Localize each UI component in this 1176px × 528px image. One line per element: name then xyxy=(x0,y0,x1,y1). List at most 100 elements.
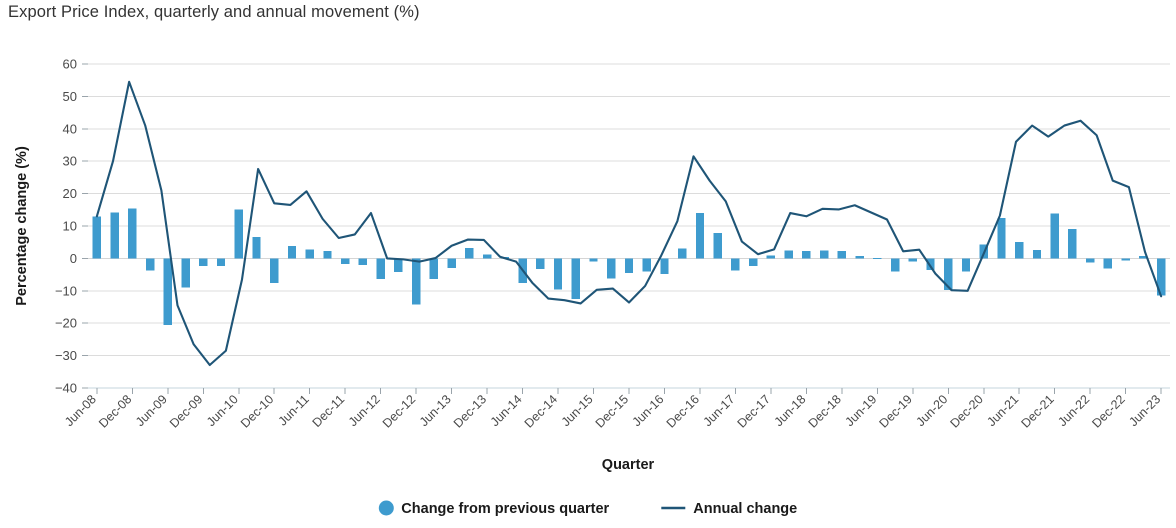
x-tick-label: Jun-21 xyxy=(984,392,1021,429)
bar xyxy=(429,258,439,280)
x-tick-label: Dec-10 xyxy=(238,392,276,430)
y-tick-label: 60 xyxy=(63,57,77,72)
bar xyxy=(873,257,882,259)
x-tick-label: Jun-18 xyxy=(772,392,809,429)
bar xyxy=(1015,241,1024,259)
x-tick-label: Dec-17 xyxy=(735,392,773,430)
bar xyxy=(358,258,368,265)
x-tick-label: Jun-23 xyxy=(1126,392,1163,429)
bar xyxy=(624,258,634,273)
bar xyxy=(748,258,758,266)
bar xyxy=(305,249,314,259)
bar xyxy=(713,233,722,259)
bar xyxy=(837,250,847,259)
bar xyxy=(482,254,492,259)
x-tick-label: Jun-14 xyxy=(488,392,525,429)
bar xyxy=(553,258,563,290)
y-tick-label: 50 xyxy=(63,89,77,104)
bar xyxy=(961,258,971,272)
bar xyxy=(536,258,545,270)
chart-container: Export Price Index, quarterly and annual… xyxy=(0,0,1176,528)
x-tick-label: Dec-15 xyxy=(593,392,631,430)
y-tick-label: 20 xyxy=(63,186,77,201)
bar xyxy=(589,258,598,262)
y-tick-label: −20 xyxy=(55,316,77,331)
bar xyxy=(997,218,1006,259)
bar xyxy=(607,258,616,279)
x-tick-label: Jun-09 xyxy=(133,392,170,429)
bar xyxy=(660,258,669,274)
y-tick-label: 0 xyxy=(70,251,77,266)
x-tick-label: Jun-10 xyxy=(204,392,241,429)
x-tick-label: Jun-13 xyxy=(417,392,454,429)
bar xyxy=(642,258,651,272)
bar xyxy=(199,258,208,266)
bar xyxy=(216,258,226,266)
y-axis-tick-labels: 60 50 40 30 20 10 0 −10 −20 −30 −40 xyxy=(55,57,77,396)
y-tick-label: −10 xyxy=(55,283,77,298)
x-tick-label: Dec-13 xyxy=(451,392,489,430)
x-axis-tick-labels: Jun-08Dec-08Jun-09Dec-09Jun-10Dec-10 Jun-… xyxy=(62,392,1163,430)
bar xyxy=(1085,258,1095,263)
x-tick-label: Dec-08 xyxy=(96,392,134,430)
x-tick-label: Jun-19 xyxy=(843,392,880,429)
x-tick-label: Jun-11 xyxy=(276,392,312,428)
bar xyxy=(1050,213,1059,259)
bar xyxy=(394,258,403,273)
x-tick-label: Jun-20 xyxy=(913,392,950,429)
legend-label-annual-change: Annual change xyxy=(693,501,797,517)
x-axis-tick-marks xyxy=(96,388,1162,394)
x-tick-label: Dec-12 xyxy=(380,392,418,430)
bar xyxy=(465,248,474,259)
x-tick-label: Dec-09 xyxy=(167,392,205,430)
bar xyxy=(855,255,864,259)
bar xyxy=(784,250,793,259)
bar xyxy=(766,255,776,259)
x-tick-label: Dec-21 xyxy=(1018,392,1056,430)
legend-bar-marker-icon xyxy=(378,500,394,516)
x-tick-label: Dec-22 xyxy=(1089,392,1127,430)
y-tick-label: 30 xyxy=(63,154,77,169)
y-tick-label: −30 xyxy=(55,348,77,363)
bar xyxy=(819,250,829,259)
x-tick-label: Dec-18 xyxy=(806,392,844,430)
bar xyxy=(447,258,456,269)
bar xyxy=(252,237,261,259)
bar xyxy=(890,258,900,272)
bar xyxy=(1068,228,1077,259)
bar xyxy=(163,258,173,325)
bar xyxy=(802,250,811,259)
export-price-index-chart: 6050403020100−10−20−30−40 Jun-08Dec-08Ju… xyxy=(14,57,1170,517)
bar xyxy=(340,258,350,265)
bar xyxy=(128,208,137,259)
x-tick-label: Jun-17 xyxy=(701,392,738,429)
bar xyxy=(571,258,580,299)
y-tick-label: 40 xyxy=(63,121,77,136)
bar xyxy=(145,258,155,271)
bar xyxy=(110,212,119,259)
bar xyxy=(678,248,687,259)
bar xyxy=(181,258,190,288)
bar xyxy=(695,213,705,259)
bar xyxy=(1121,258,1130,261)
bar xyxy=(908,258,918,262)
x-tick-label: Jun-22 xyxy=(1055,392,1092,429)
x-axis-title: Quarter xyxy=(602,457,655,473)
bar xyxy=(376,258,385,279)
gridlines xyxy=(82,63,1170,389)
legend-label-change-from-previous-quarter: Change from previous quarter xyxy=(401,501,609,517)
y-axis-title: Percentage change (%) xyxy=(14,146,30,306)
bar xyxy=(270,258,279,284)
bar xyxy=(323,250,332,259)
x-tick-label: Jun-16 xyxy=(630,392,667,429)
bar xyxy=(92,216,102,259)
y-tick-label: −40 xyxy=(55,381,77,396)
x-tick-label: Dec-14 xyxy=(522,392,560,430)
x-tick-label: Dec-19 xyxy=(877,392,915,430)
x-tick-label: Dec-11 xyxy=(310,392,348,430)
x-tick-label: Jun-08 xyxy=(62,392,99,429)
x-tick-label: Jun-12 xyxy=(346,392,383,429)
x-tick-label: Jun-15 xyxy=(559,392,596,429)
y-tick-label: 10 xyxy=(63,219,77,234)
bar xyxy=(1103,258,1113,269)
